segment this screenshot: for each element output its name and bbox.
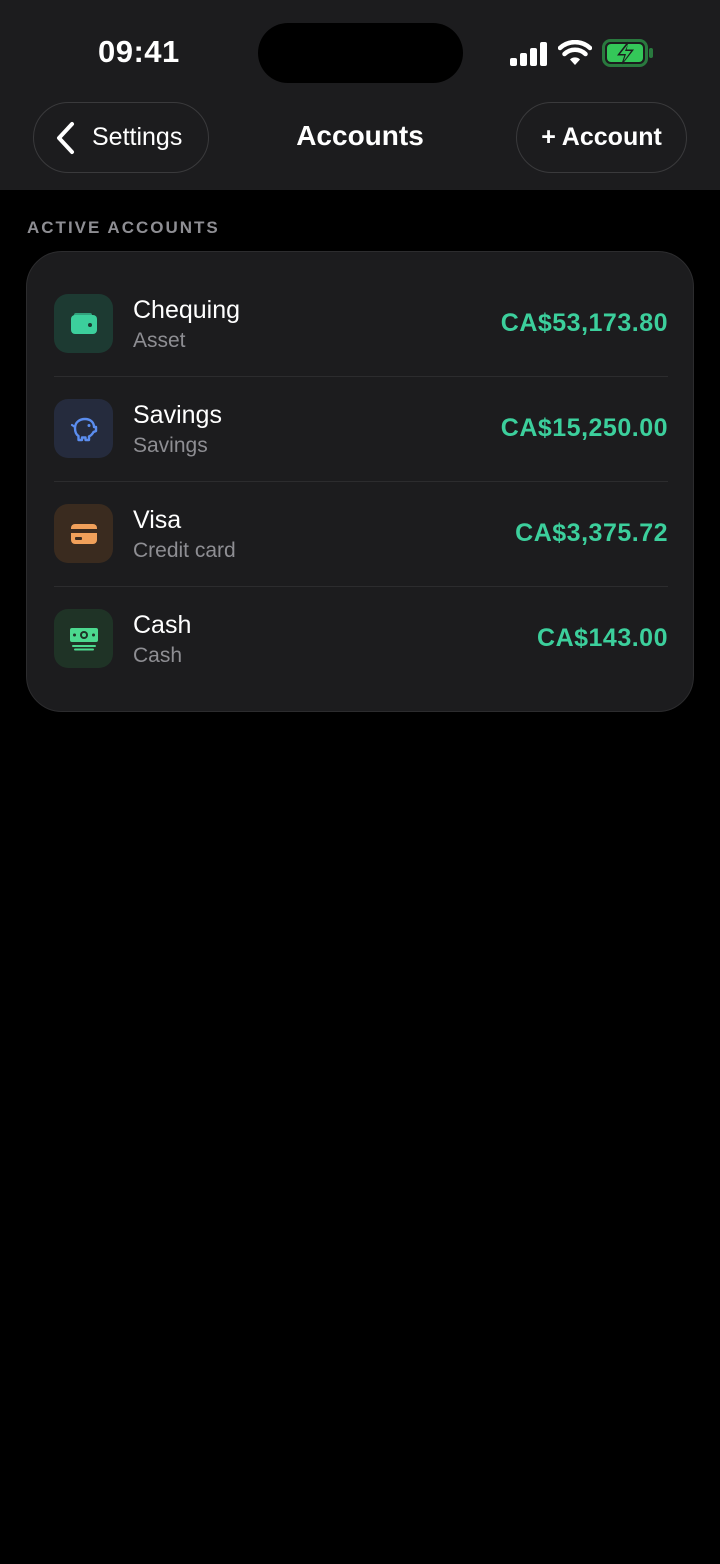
account-type: Savings bbox=[133, 434, 208, 457]
account-type: Asset bbox=[133, 329, 186, 352]
account-balance: CA$53,173.80 bbox=[500, 309, 668, 337]
account-row-chequing[interactable]: Chequing Asset CA$53,173.80 bbox=[27, 252, 695, 377]
account-name: Savings bbox=[133, 401, 222, 429]
account-row-cash[interactable]: Cash Cash CA$143.00 bbox=[27, 567, 695, 672]
account-type: Cash bbox=[133, 644, 183, 667]
wifi-icon bbox=[558, 40, 592, 65]
accounts-list: Chequing Asset CA$53,173.80 Savings Savi… bbox=[26, 251, 694, 712]
account-name: Chequing bbox=[133, 296, 241, 324]
account-icon-box bbox=[54, 294, 113, 353]
section-label: ACTIVE ACCOUNTS bbox=[27, 218, 220, 237]
credit-card-icon bbox=[70, 523, 97, 544]
battery-charging-icon bbox=[602, 39, 653, 67]
signal-icon bbox=[510, 42, 547, 66]
accounts-screen: 09:41 Settings Accounts + Account ACTIVE… bbox=[0, 0, 720, 1564]
account-icon-box bbox=[54, 504, 113, 563]
top-bar: 09:41 Settings Accounts + Account bbox=[0, 0, 720, 190]
account-type: Credit card bbox=[133, 539, 236, 562]
wallet-icon bbox=[70, 312, 97, 334]
account-balance: CA$15,250.00 bbox=[500, 414, 668, 442]
account-balance: CA$3,375.72 bbox=[515, 519, 668, 547]
account-row-visa[interactable]: Visa Credit card CA$3,375.72 bbox=[27, 462, 695, 587]
account-row-savings[interactable]: Savings Savings CA$15,250.00 bbox=[27, 357, 695, 482]
status-time: 09:41 bbox=[98, 34, 180, 69]
piggy-bank-icon bbox=[70, 417, 97, 441]
account-name: Cash bbox=[133, 611, 192, 639]
cash-icon bbox=[69, 627, 98, 650]
add-account-button[interactable]: + Account bbox=[516, 102, 687, 173]
account-balance: CA$143.00 bbox=[537, 624, 668, 652]
account-icon-box bbox=[54, 399, 113, 458]
account-name: Visa bbox=[133, 506, 182, 534]
dynamic-island bbox=[258, 23, 463, 83]
account-icon-box bbox=[54, 609, 113, 668]
